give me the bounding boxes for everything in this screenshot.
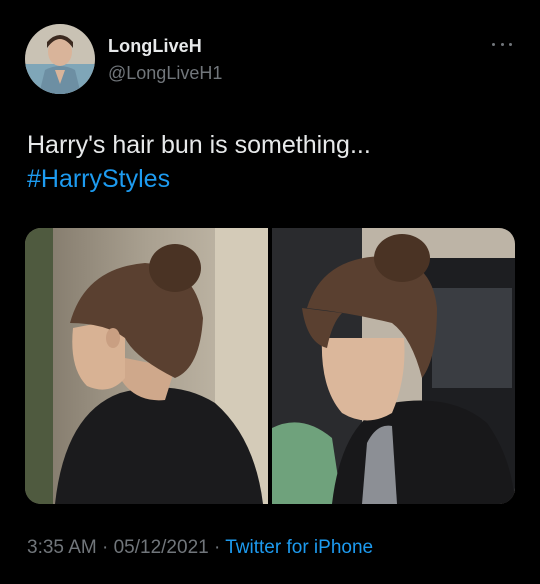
- tweet-source-link[interactable]: Twitter for iPhone: [225, 537, 373, 558]
- tweet-text: Harry's hair bun is something... #HarryS…: [27, 128, 517, 196]
- avatar-image: [25, 24, 95, 94]
- tweet-photo-1[interactable]: [25, 228, 268, 504]
- author-avatar[interactable]: [25, 24, 95, 94]
- tweet-photo-2[interactable]: [272, 228, 515, 504]
- meta-separator: ·: [213, 537, 221, 558]
- photo-image: [272, 228, 515, 504]
- more-dot: [492, 42, 495, 46]
- author-handle[interactable]: @LongLiveH1: [108, 63, 222, 84]
- tweet-text-line: Harry's hair bun is something...: [27, 131, 371, 159]
- photo-image: [25, 228, 268, 504]
- hashtag-link[interactable]: #HarryStyles: [27, 162, 517, 196]
- more-dot: [500, 42, 504, 46]
- tweet-date[interactable]: 05/12/2021: [114, 537, 209, 558]
- author-name[interactable]: LongLiveH: [108, 36, 202, 57]
- tweet-time[interactable]: 3:35 AM: [27, 537, 97, 558]
- meta-separator: ·: [102, 537, 109, 558]
- tweet-meta: 3:35 AM · 05/12/2021 · Twitter for iPhon…: [27, 537, 373, 559]
- more-dot: [509, 42, 512, 46]
- tweet-media: [25, 228, 515, 504]
- more-horizontal-icon[interactable]: [492, 40, 512, 48]
